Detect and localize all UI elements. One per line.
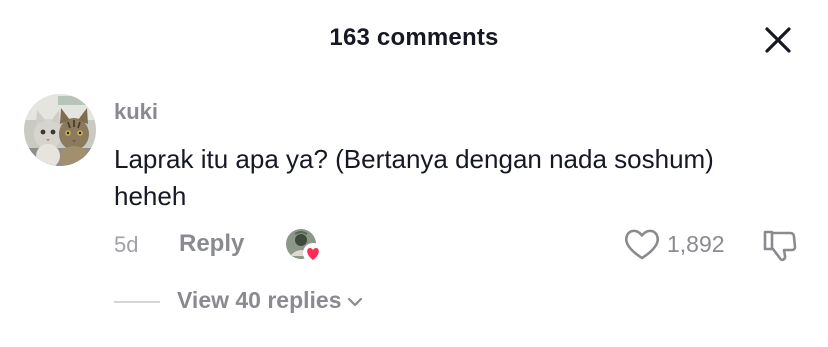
view-replies-button[interactable]: View 40 replies xyxy=(177,287,364,314)
comment-username[interactable]: kuki xyxy=(114,99,158,125)
comment-time: 5d xyxy=(114,232,139,257)
close-icon xyxy=(765,27,791,53)
reply-button[interactable]: Reply xyxy=(179,230,244,258)
heart-outline-icon xyxy=(625,229,659,260)
cat-avatar xyxy=(24,94,96,166)
close-button[interactable] xyxy=(758,20,798,60)
view-replies-label: View 40 replies xyxy=(177,287,342,313)
comment-text: Laprak itu apa ya? (Bertanya dengan nada… xyxy=(114,144,714,211)
avatar[interactable] xyxy=(24,94,96,166)
replies-divider xyxy=(114,301,160,303)
chevron-down-icon xyxy=(347,297,362,307)
comments-count-title: 163 comments xyxy=(329,24,499,51)
creator-liked-badge xyxy=(285,228,323,264)
like-button[interactable] xyxy=(622,226,662,262)
dislike-button[interactable] xyxy=(760,225,800,265)
thumbs-down-icon xyxy=(763,230,797,262)
like-count: 1,892 xyxy=(667,231,725,257)
creator-liked-heart-icon xyxy=(286,229,323,263)
